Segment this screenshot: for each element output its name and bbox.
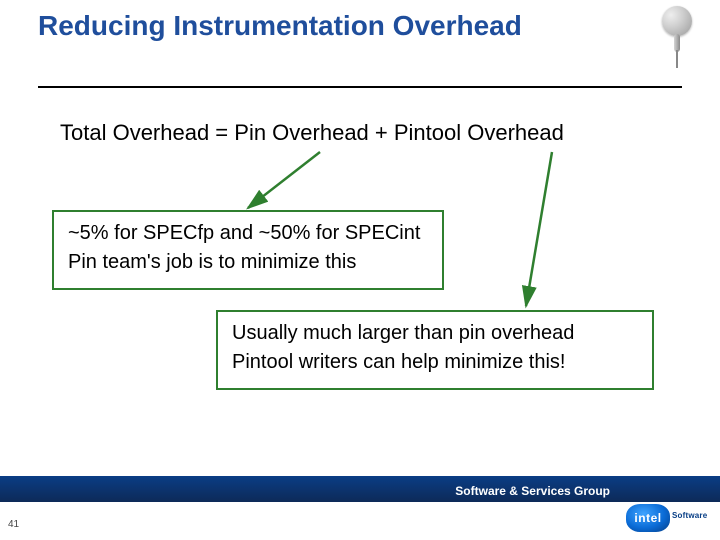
equation-text: Total Overhead = Pin Overhead + Pintool … [60,120,564,146]
arrow-pintool-overhead [460,146,610,316]
logo-subtext: Software [672,511,707,520]
intel-software-logo: intel Software [626,502,704,534]
slide-title: Reducing Instrumentation Overhead [38,10,558,42]
pushpin-icon [654,6,698,70]
arrow-pin-overhead [240,146,360,218]
footer-band [0,476,720,502]
footer-text: Software & Services Group [455,484,610,498]
page-number: 41 [8,519,19,530]
callout-line: Pintool writers can help minimize this! [232,351,638,374]
callout-line: ~5% for SPECfp and ~50% for SPECint [68,222,428,245]
callout-pin-overhead: ~5% for SPECfp and ~50% for SPECint Pin … [52,210,444,290]
intel-badge-icon: intel [626,504,670,532]
callout-pintool-overhead: Usually much larger than pin overhead Pi… [216,310,654,390]
title-rule [38,86,682,88]
callout-line: Pin team's job is to minimize this [68,251,428,274]
callout-line: Usually much larger than pin overhead [232,322,638,345]
